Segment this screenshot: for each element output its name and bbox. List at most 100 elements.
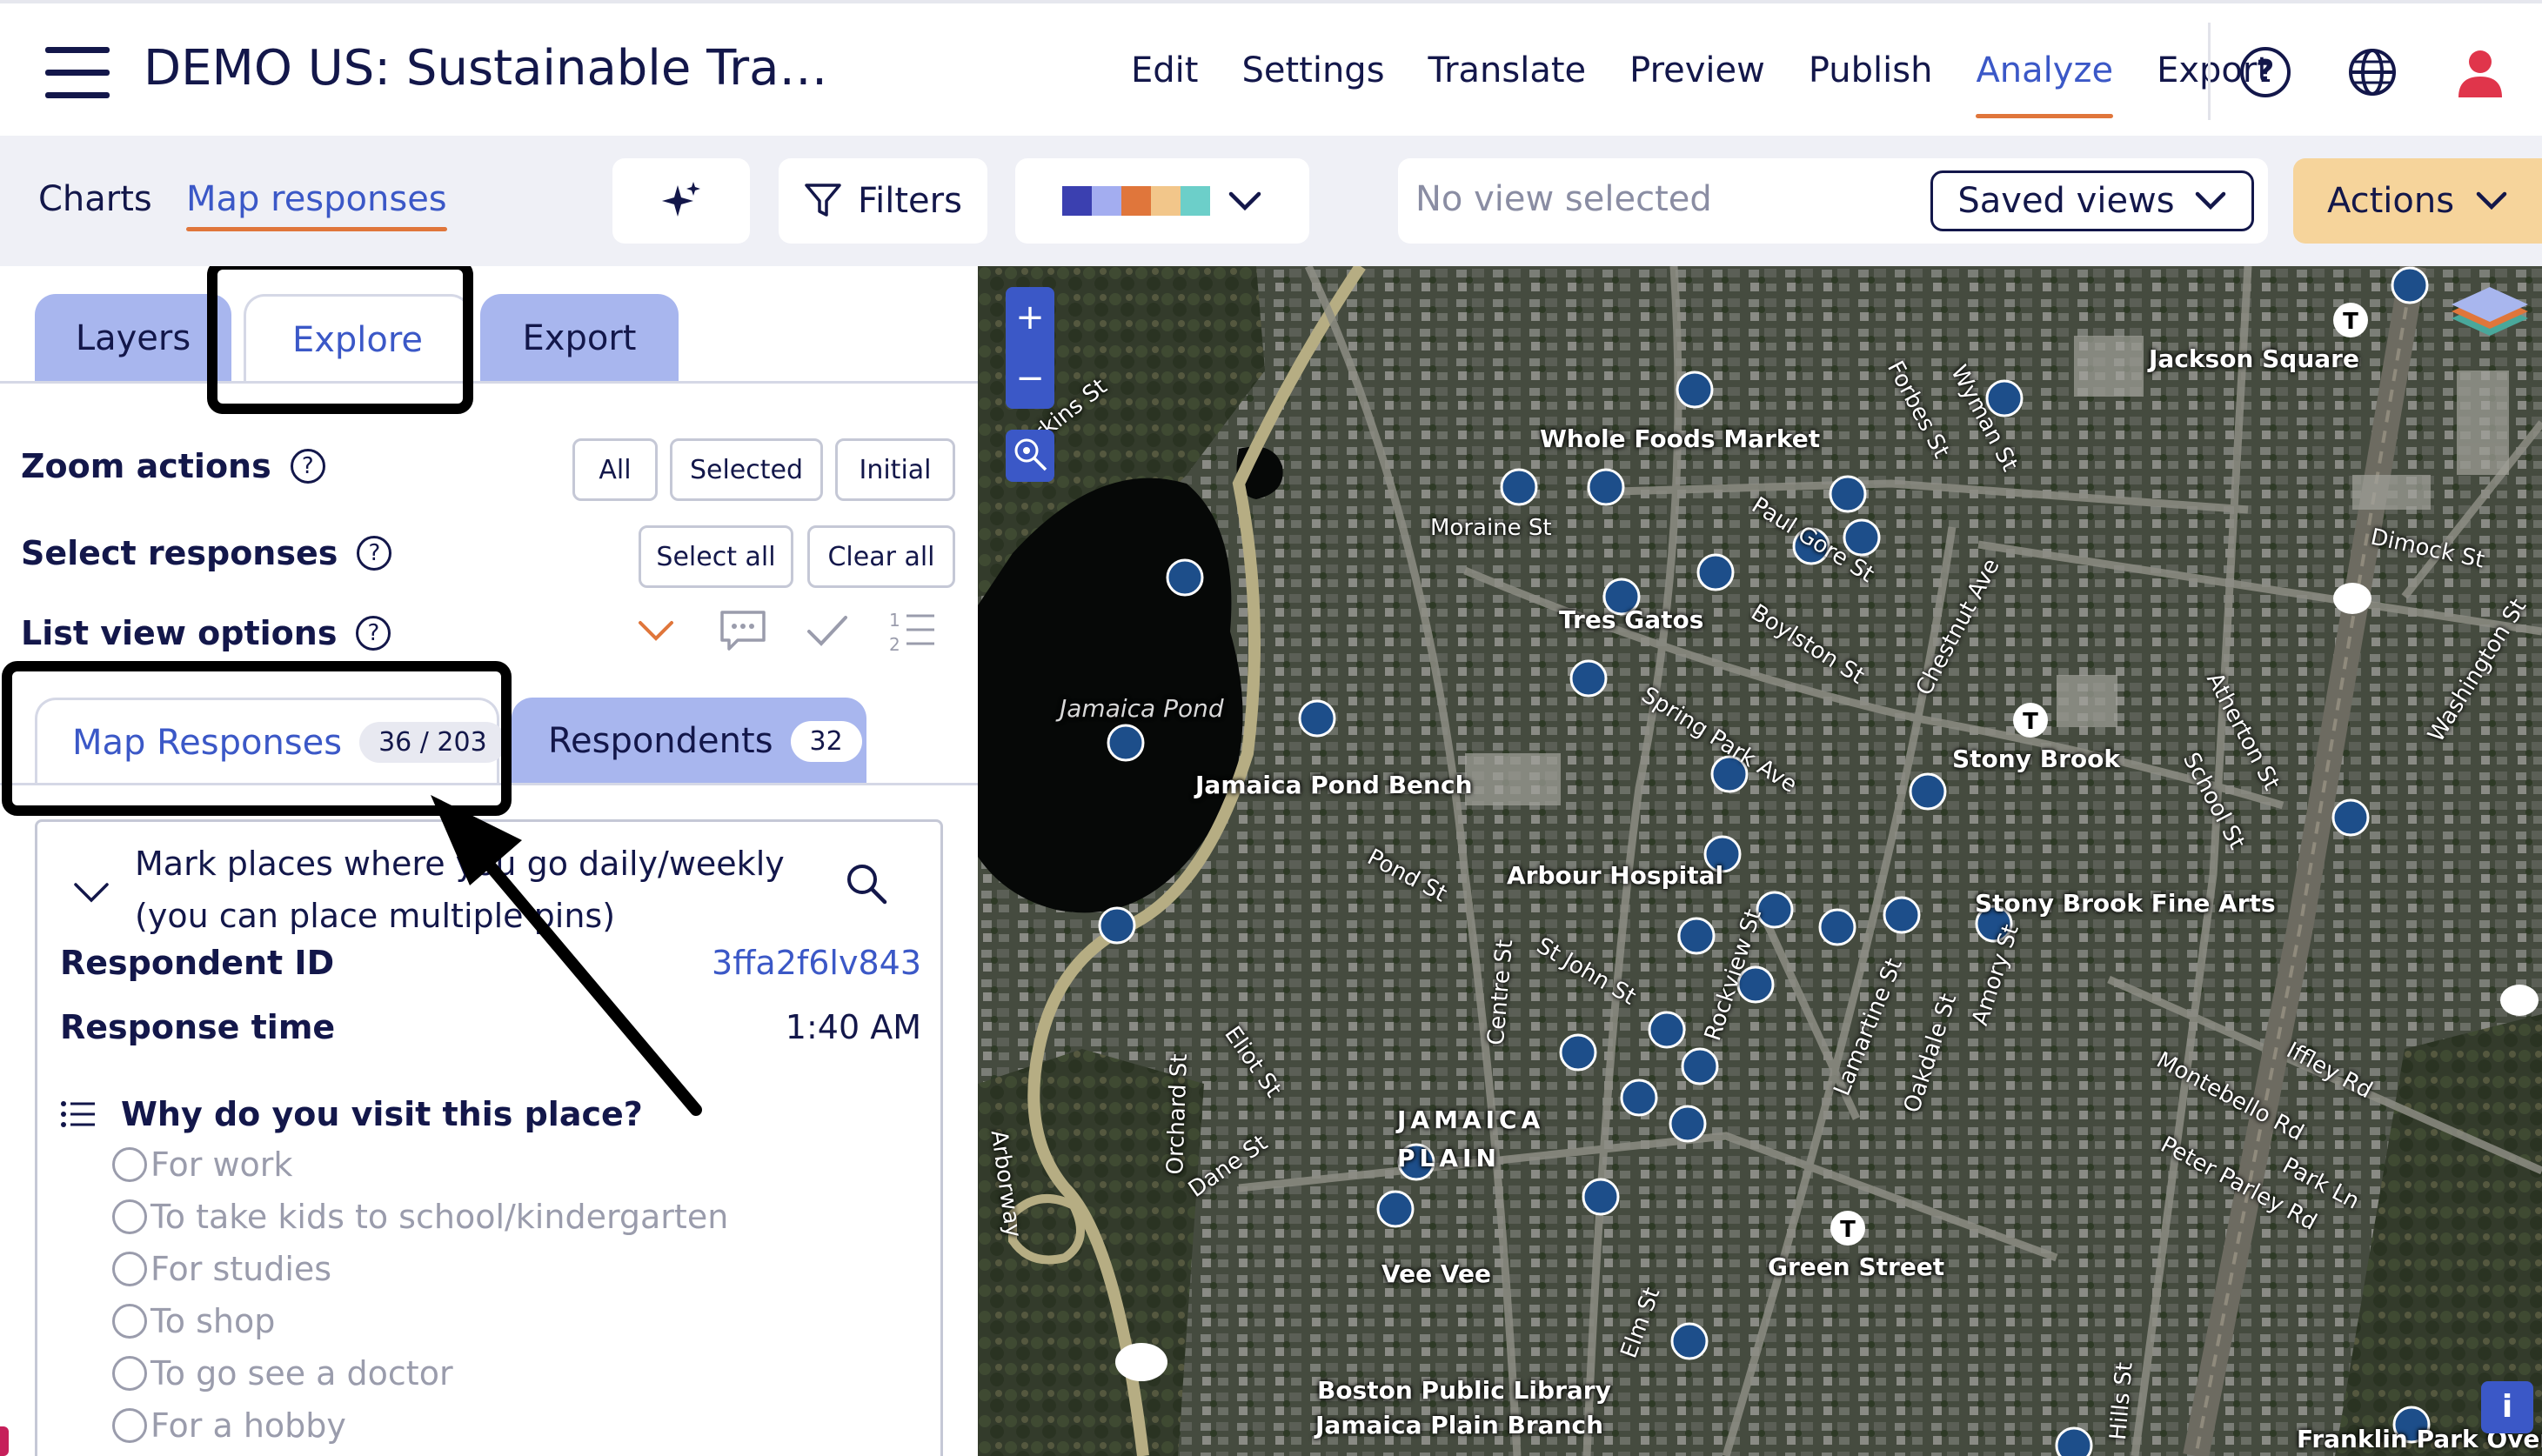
zoom-in-button[interactable]: +	[1006, 287, 1054, 348]
map-label: Green Street	[1768, 1252, 1945, 1281]
chevron-down-icon	[2476, 191, 2507, 210]
zoom-controls: + −	[1006, 287, 1054, 409]
tab-charts[interactable]: Charts	[38, 179, 152, 219]
map-label: Jamaica Plain Branch	[1315, 1411, 1604, 1439]
user-icon[interactable]	[2455, 47, 2505, 97]
comment-icon[interactable]	[719, 605, 767, 658]
map-label: Jackson Square	[2149, 344, 2359, 373]
select-all-button[interactable]: Select all	[639, 525, 793, 588]
numbered-list-icon[interactable]: 1 2	[887, 605, 936, 658]
highlight-box-map-responses	[2, 661, 512, 816]
map-label: Moraine St	[1430, 515, 1552, 541]
map-label: Tres Gatos	[1559, 605, 1704, 634]
list-view-options-row: List view options ?	[21, 614, 391, 652]
radio-icon	[112, 1356, 147, 1391]
nav-analyze[interactable]: Analyze	[1976, 50, 2113, 118]
zoom-out-button[interactable]: −	[1006, 348, 1054, 409]
saved-views-dropdown[interactable]: Saved views	[1930, 170, 2254, 231]
zoom-actions-row: Zoom actions ?	[21, 447, 325, 485]
explore-panel: Layers Explore Export Zoom actions ? All…	[0, 266, 978, 1456]
radio-icon	[112, 1252, 147, 1286]
survey-title: DEMO US: Sustainable Tra…	[144, 40, 828, 97]
svg-text:T: T	[2343, 309, 2358, 335]
choice-label: For a hobby	[151, 1406, 346, 1445]
map-label: Vee Vee	[1381, 1259, 1491, 1288]
map-label: Jamaica Pond Bench	[1195, 771, 1473, 799]
nav-preview[interactable]: Preview	[1629, 50, 1765, 103]
tab-layers[interactable]: Layers	[35, 294, 231, 383]
tabs-divider	[0, 381, 978, 384]
chevron-down-icon[interactable]	[635, 605, 677, 658]
map-info-button[interactable]: i	[2481, 1381, 2533, 1433]
checkmark-icon[interactable]	[806, 605, 849, 658]
help-icon[interactable]: ?	[290, 449, 325, 484]
search-icon[interactable]	[845, 862, 888, 905]
swatch	[1151, 186, 1181, 216]
zoom-actions-label: Zoom actions	[21, 447, 271, 485]
choice-label: For work	[151, 1145, 293, 1184]
nav-edit[interactable]: Edit	[1131, 50, 1198, 103]
locate-button[interactable]	[1006, 430, 1054, 482]
respondent-id-row: Respondent ID 3ffa2f6lv843	[60, 944, 921, 982]
menu-icon[interactable]	[45, 47, 110, 99]
color-palette-swatches	[1062, 186, 1210, 216]
choice-option: For a hobby	[112, 1399, 728, 1452]
chevron-down-icon	[1228, 191, 1261, 211]
question-heading: Why do you visit this place?	[60, 1095, 643, 1133]
filters-label: Filters	[858, 181, 962, 221]
help-icon[interactable]: ?	[357, 536, 392, 571]
map-view[interactable]: T T T Jackson Square Whole Foods Market …	[978, 266, 2542, 1456]
nav-divider	[2208, 23, 2211, 120]
location-pin-icon	[1014, 438, 1047, 471]
nav-publish[interactable]: Publish	[1809, 50, 1933, 103]
radio-icon	[112, 1199, 147, 1234]
map-label: Stony Brook	[1952, 745, 2120, 773]
svg-text:T: T	[1840, 1217, 1856, 1243]
tab-map-responses[interactable]: Map responses	[186, 179, 447, 231]
select-responses-row: Select responses ?	[21, 534, 392, 572]
nav-settings[interactable]: Settings	[1241, 50, 1384, 103]
ai-insights-button[interactable]	[612, 158, 750, 244]
zoom-selected-button[interactable]: Selected	[670, 438, 823, 501]
zoom-all-button[interactable]: All	[572, 438, 658, 501]
respondents-count: 32	[790, 720, 862, 762]
tab-respondents[interactable]: Respondents 32	[512, 698, 866, 785]
map-label: Orchard St	[1162, 1053, 1193, 1175]
svg-text:2: 2	[889, 634, 900, 655]
map-label: Jamaica Pond	[1060, 694, 1224, 723]
tab-export[interactable]: Export	[480, 294, 679, 383]
map-label: Stony Brook Fine Arts	[1975, 889, 2276, 918]
response-time-row: Response time 1:40 AM	[60, 1008, 921, 1046]
help-circle-icon[interactable]: ?	[2240, 47, 2291, 97]
highlight-box-explore	[207, 266, 473, 414]
respondent-id-link[interactable]: 3ffa2f6lv843	[712, 944, 921, 982]
view-selector: No view selected Saved views	[1398, 158, 2268, 244]
filters-button[interactable]: Filters	[779, 158, 987, 244]
actions-dropdown[interactable]: Actions	[2293, 158, 2542, 244]
choice-label: For studies	[151, 1250, 332, 1288]
map-label: JAMAICA PLAIN	[1397, 1105, 1545, 1172]
swatch	[1092, 186, 1121, 216]
list-view-options-label: List view options	[21, 614, 338, 652]
clear-all-button[interactable]: Clear all	[807, 525, 955, 588]
choice-option: To go see a doctor	[112, 1347, 728, 1399]
map-label: Arbour Hospital	[1507, 861, 1724, 890]
svg-text:1: 1	[889, 610, 900, 631]
zoom-initial-button[interactable]: Initial	[835, 438, 955, 501]
radio-icon	[112, 1304, 147, 1339]
choice-option: For studies	[112, 1243, 728, 1295]
map-label: Boston Public Library	[1317, 1376, 1611, 1405]
chevron-down-icon[interactable]	[72, 879, 110, 905]
choice-label: To go see a doctor	[151, 1354, 453, 1393]
swatch	[1121, 186, 1151, 216]
globe-icon[interactable]	[2347, 47, 2398, 97]
response-time-value: 1:40 AM	[785, 1008, 921, 1046]
actions-label: Actions	[2326, 181, 2455, 221]
swatch	[1062, 186, 1092, 216]
color-palette-dropdown[interactable]	[1015, 158, 1309, 244]
sparkle-icon	[662, 182, 700, 217]
list-icon	[61, 1101, 95, 1127]
choice-option: To shop	[112, 1295, 728, 1347]
nav-translate[interactable]: Translate	[1428, 50, 1587, 103]
help-icon[interactable]: ?	[356, 616, 391, 651]
